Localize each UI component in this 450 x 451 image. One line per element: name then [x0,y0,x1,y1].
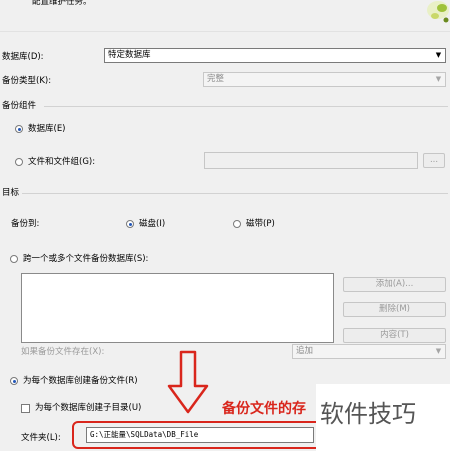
folder-label: 文件夹(L): [21,433,61,443]
annotation-highlight-box [72,421,334,449]
section-divider [22,193,448,194]
backup-component-section-label: 备份组件 [2,101,37,111]
add-button[interactable]: 添加(A)... [343,277,446,292]
span-files-label: 跨一个或多个文件备份数据库(S): [23,254,149,264]
instruction-text: 配置维护任务。 [32,0,92,7]
contents-button[interactable]: 内容(T) [343,328,446,343]
chevron-down-icon: ▼ [435,347,442,355]
wizard-corner-graphic [418,0,450,26]
tape-label: 磁带(P) [246,219,275,229]
component-files-label: 文件和文件组(G): [28,157,96,167]
backup-files-list[interactable] [21,273,334,343]
section-divider [44,106,448,107]
browse-files-button[interactable]: ... [423,153,445,168]
chevron-down-icon: ▼ [435,75,442,83]
backup-type-label: 备份类型(K): [2,76,52,86]
per-database-radio[interactable] [10,377,18,385]
watermark-text: 软件技巧 [320,400,416,428]
header-separator [0,31,450,32]
if-exists-select-value: 追加 [296,346,314,356]
remove-button[interactable]: 删除(M) [343,302,446,317]
tape-radio[interactable] [233,220,241,228]
database-select-value: 特定数据库 [108,50,151,60]
create-subdirectory-checkbox[interactable] [21,404,30,413]
per-database-label: 为每个数据库创建备份文件(R) [23,376,138,386]
database-label: 数据库(D): [2,52,44,62]
annotation-text: 备份文件的存 [222,401,306,417]
watermark-panel: 软件技巧 [316,384,450,451]
chevron-down-icon: ▼ [435,51,442,59]
component-files-radio[interactable] [15,158,23,166]
span-files-radio[interactable] [10,255,18,263]
backup-type-select[interactable]: 完整 ▼ [203,72,446,87]
annotation-arrow-icon [166,350,210,414]
destination-section-label: 目标 [2,188,20,198]
backup-to-label: 备份到: [11,219,40,229]
backup-type-select-value: 完整 [207,74,225,84]
create-subdirectory-label: 为每个数据库创建子目录(U) [35,403,142,413]
if-exists-label: 如果备份文件存在(X): [21,347,105,357]
disk-radio[interactable] [126,220,134,228]
component-database-label: 数据库(E) [28,124,66,134]
disk-label: 磁盘(I) [139,219,166,229]
database-select[interactable]: 特定数据库 ▼ [104,48,446,63]
if-exists-select[interactable]: 追加 ▼ [292,344,446,359]
files-filegroups-field[interactable] [204,152,418,169]
component-database-radio[interactable] [15,125,23,133]
